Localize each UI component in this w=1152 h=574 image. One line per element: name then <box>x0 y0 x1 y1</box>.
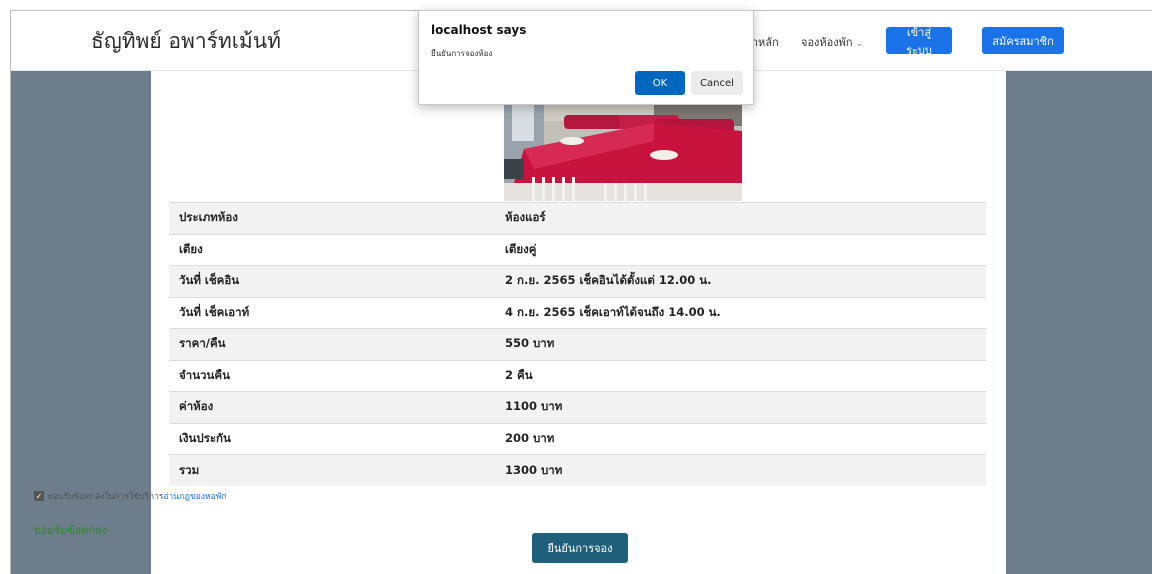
row-label: วันที่ เช็คอิน <box>169 265 505 297</box>
login-button[interactable]: เข้าสู่ระบบ <box>886 26 952 57</box>
row-value: 2 ก.ย. 2565 เช็คอินได้ตั้งแต่ 12.00 น. <box>505 265 986 297</box>
table-row: เงินประกัน 200 บาท <box>169 422 986 455</box>
dialog-cancel-button[interactable]: Cancel <box>691 71 743 95</box>
dialog-ok-button[interactable]: OK <box>635 71 685 95</box>
site-brand[interactable]: ธัญทิพย์ อพาร์ทเม้นท์ <box>91 25 281 58</box>
row-label: วันที่ เช็คเอาท์ <box>169 296 505 329</box>
row-value: 1100 บาท <box>505 391 986 423</box>
row-label: เงินประกัน <box>169 422 505 455</box>
confirm-dialog: localhost says ยืนยันการจองห้อง OK Cance… <box>418 10 754 105</box>
row-label: จำนวนคืน <box>169 359 505 392</box>
agree-status-text: ยอมรับข้อตกลง <box>34 524 108 537</box>
row-label: รวม <box>169 454 505 486</box>
booking-details-table: ประเภทห้อง ห้องแอร์ เตียง เตียงคู่ วันที่ … <box>169 202 986 486</box>
nav-book-label: จองห้องพัก <box>801 36 853 49</box>
row-value: ห้องแอร์ <box>505 202 986 234</box>
table-row: จำนวนคืน 2 คืน <box>169 359 986 392</box>
row-label: เตียง <box>169 233 505 266</box>
confirm-booking-button[interactable]: ยืนยันการจอง <box>532 533 628 563</box>
terms-agreement: ✓ ยอมรับข้อตกลงในการใช้บริการ อ่านกฎของหอ… <box>34 489 226 503</box>
dialog-title: localhost says <box>431 23 527 37</box>
terms-text: ยอมรับข้อตกลงในการใช้บริการ <box>48 492 164 502</box>
row-value: 4 ก.ย. 2565 เช็คเอาท์ได้จนถึง 14.00 น. <box>505 296 986 329</box>
checkbox-checked-icon[interactable]: ✓ <box>34 491 44 501</box>
table-row: วันที่ เช็คอิน 2 ก.ย. 2565 เช็คอินได้ตั้ง… <box>169 265 986 297</box>
row-value: 2 คืน <box>505 359 986 392</box>
table-row: วันที่ เช็คเอาท์ 4 ก.ย. 2565 เช็คเอาท์ได้… <box>169 296 986 329</box>
chevron-down-icon: ⌄ <box>855 39 864 49</box>
row-label: ราคา/คืน <box>169 328 505 360</box>
row-value: 550 บาท <box>505 328 986 360</box>
table-row: ประเภทห้อง ห้องแอร์ <box>169 202 986 234</box>
right-side-panel <box>1006 71 1152 574</box>
row-value: 1300 บาท <box>505 454 986 486</box>
row-value: 200 บาท <box>505 422 986 455</box>
dialog-message: ยืนยันการจองห้อง <box>431 49 493 58</box>
table-row: เตียง เตียงคู่ <box>169 233 986 266</box>
table-row: ราคา/คืน 550 บาท <box>169 328 986 360</box>
row-value: เตียงคู่ <box>505 233 986 266</box>
nav-book-dropdown[interactable]: จองห้องพัก ⌄ <box>801 33 863 51</box>
booking-summary: ประเภทห้อง ห้องแอร์ เตียง เตียงคู่ วันที่ … <box>151 71 1006 574</box>
register-button[interactable]: สมัครสมาชิก <box>982 27 1064 54</box>
rules-link[interactable]: อ่านกฎของหอพัก <box>163 489 226 503</box>
row-label: ค่าห้อง <box>169 391 505 423</box>
table-row: รวม 1300 บาท <box>169 454 986 486</box>
row-label: ประเภทห้อง <box>169 202 505 234</box>
table-row: ค่าห้อง 1100 บาท <box>169 391 986 423</box>
